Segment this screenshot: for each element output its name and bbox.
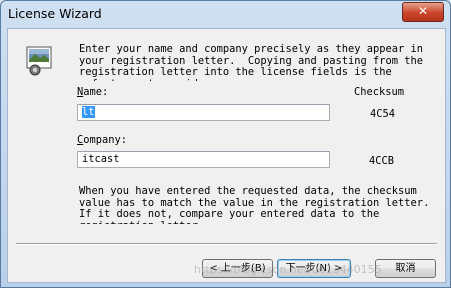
name-field-value: lt	[82, 106, 95, 118]
name-label-text: ame:	[83, 86, 109, 98]
license-wizard-window: License Wizard ✕ Enter your name and com…	[0, 0, 451, 288]
close-button[interactable]: ✕	[402, 2, 444, 22]
close-icon: ✕	[417, 4, 429, 18]
company-label-text: ompany:	[83, 134, 128, 146]
name-checksum: 4C54	[370, 108, 396, 120]
name-label: Name:	[77, 86, 108, 98]
cancel-button[interactable]: 取消	[375, 259, 436, 278]
window-title: License Wizard	[8, 6, 102, 21]
checksum-header: Checksum	[354, 86, 405, 98]
company-field[interactable]: itcast	[77, 151, 330, 168]
company-checksum: 4CCB	[369, 155, 395, 167]
wizard-body: Enter your name and company precisely as…	[7, 28, 446, 283]
company-label: Company:	[77, 134, 127, 146]
watermark-text: https://blog.csdn.net/u013440155	[194, 263, 382, 276]
license-certificate-icon	[26, 46, 52, 76]
title-bar[interactable]: License Wizard ✕	[1, 1, 450, 27]
company-field-value: itcast	[82, 153, 120, 165]
name-field[interactable]: lt	[77, 104, 330, 121]
intro-instructions: Enter your name and company precisely as…	[79, 44, 424, 81]
button-divider	[16, 243, 437, 245]
checksum-instructions: When you have entered the requested data…	[79, 186, 430, 224]
